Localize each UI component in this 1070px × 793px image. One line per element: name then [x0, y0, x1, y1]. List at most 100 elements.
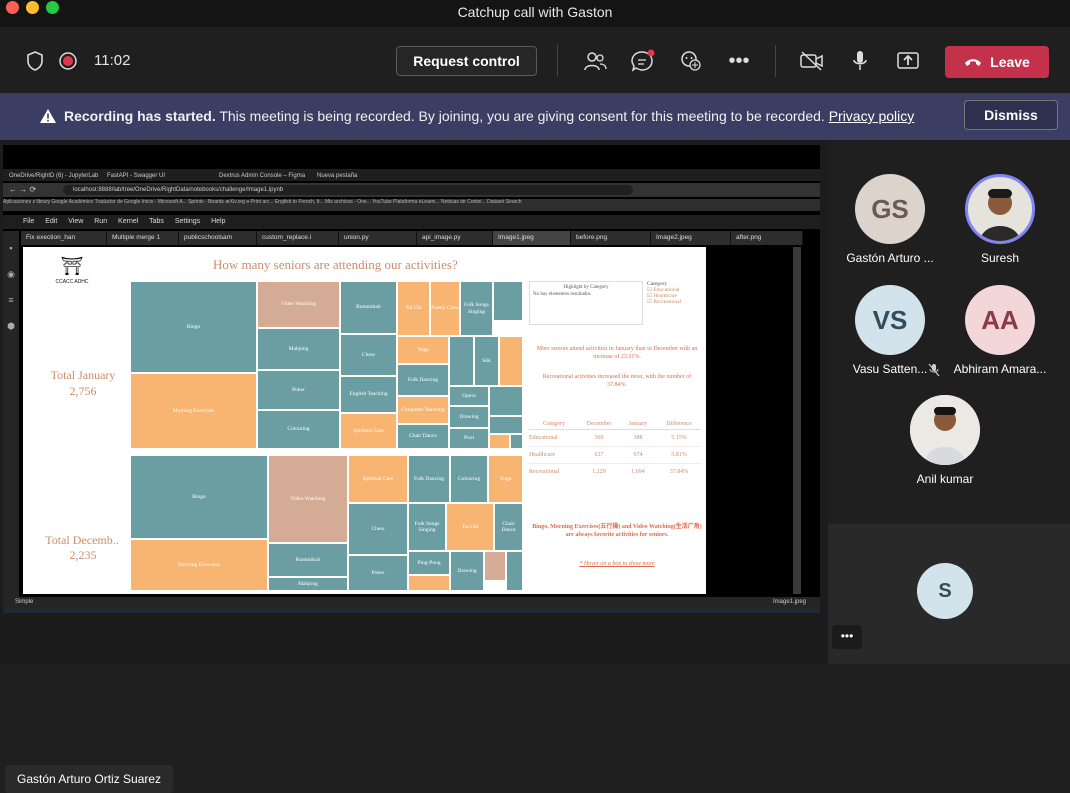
treemap-cell[interactable]: Video Watching: [257, 281, 340, 328]
treemap-cell[interactable]: Colouring: [450, 455, 488, 503]
treemap-cell[interactable]: Poker: [348, 555, 408, 591]
treemap-cell[interactable]: [499, 336, 523, 386]
treemap-cell[interactable]: [484, 551, 506, 581]
file-tab[interactable]: before.png: [571, 231, 651, 245]
treemap-cell[interactable]: Video Watching: [268, 455, 348, 543]
microphone-icon[interactable]: [847, 48, 873, 74]
legend-item-recreational[interactable]: ☑ Recreational: [647, 299, 681, 305]
treemap-cell[interactable]: [510, 434, 523, 449]
treemap-cell[interactable]: Rummikub: [340, 281, 397, 334]
menu-view[interactable]: View: [68, 218, 83, 225]
menu-edit[interactable]: Edit: [45, 218, 57, 225]
treemap-cell[interactable]: [449, 336, 474, 386]
file-tab-active[interactable]: Image1.jpeg: [493, 231, 571, 245]
treemap-cell[interactable]: Poetry Class: [430, 281, 460, 336]
participant-tile[interactable]: Suresh: [935, 174, 1065, 265]
shield-icon[interactable]: [22, 48, 48, 74]
simple-mode-toggle[interactable]: Simple: [15, 599, 33, 605]
treemap-cell[interactable]: Opera: [449, 386, 489, 406]
menu-run[interactable]: Run: [94, 218, 107, 225]
treemap-cell[interactable]: Colouring: [257, 410, 340, 449]
treemap-cell[interactable]: [489, 416, 523, 434]
treemap-cell[interactable]: Bingo: [130, 455, 268, 539]
treemap-cell[interactable]: [489, 386, 523, 416]
treemap-cell[interactable]: Yoga: [488, 455, 523, 503]
scrollbar[interactable]: [793, 247, 801, 594]
treemap-cell[interactable]: Chair Dance: [397, 424, 449, 449]
treemap-cell[interactable]: Tai Chi: [446, 503, 494, 551]
file-tab[interactable]: publicschoolsam: [179, 231, 257, 245]
treemap-cell[interactable]: Computer Teaching: [397, 396, 449, 424]
insight-increase: More seniors attend activities in Januar…: [536, 346, 698, 361]
treemap-cell[interactable]: Tai Chi: [397, 281, 430, 336]
treemap-cell[interactable]: [506, 551, 523, 591]
more-options-icon[interactable]: •••: [726, 48, 752, 74]
treemap-cell[interactable]: Yoga: [397, 336, 449, 364]
table-cell: Educational: [529, 435, 558, 441]
menu-kernel[interactable]: Kernel: [118, 218, 138, 225]
file-tab[interactable]: union.py: [339, 231, 417, 245]
treemap-cell[interactable]: Poker: [257, 370, 340, 410]
table-header: Category December January Difference: [529, 419, 701, 430]
file-tab[interactable]: Fix exection_han: [21, 231, 107, 245]
file-tab[interactable]: custom_replace.i: [257, 231, 339, 245]
treemap-cell[interactable]: Chair Dance: [494, 503, 523, 551]
treemap-cell[interactable]: Spiritual Care: [340, 413, 397, 449]
chat-icon[interactable]: [630, 48, 656, 74]
treemap-cell[interactable]: Rummikub: [268, 543, 348, 577]
treemap-cell[interactable]: Chess: [340, 334, 397, 376]
treemap-cell[interactable]: Spiritual Care: [348, 455, 408, 503]
file-tab[interactable]: Multiple merge 1: [107, 231, 179, 245]
highlight-filter[interactable]: Highlight by Category No hay elementos r…: [529, 281, 643, 325]
bookmarks-bar[interactable]: Aplicaciones z library Google Académico …: [3, 199, 820, 211]
menu-tabs[interactable]: Tabs: [149, 218, 164, 225]
jupyter-menu-bar: File Edit View Run Kernel Tabs Settings …: [3, 215, 820, 229]
treemap-cell[interactable]: Morning Exercises: [130, 373, 257, 449]
camera-off-icon[interactable]: [799, 48, 825, 74]
treemap-cell[interactable]: Silk: [474, 336, 499, 386]
more-participants-button[interactable]: •••: [832, 625, 862, 649]
participant-name: Suresh: [980, 251, 1020, 265]
menu-file[interactable]: File: [23, 218, 34, 225]
treemap-cell[interactable]: [489, 434, 510, 449]
treemap-cell[interactable]: Mahjong: [257, 328, 340, 370]
url-field[interactable]: localhost:8888/lab/tree/OneDrive/RightDa…: [63, 185, 633, 195]
treemap-cell[interactable]: Folk Songs Singing: [460, 281, 493, 336]
treemap-cell[interactable]: [493, 281, 523, 321]
request-control-button[interactable]: Request control: [396, 46, 537, 76]
leave-button[interactable]: Leave: [945, 46, 1049, 78]
menu-help[interactable]: Help: [211, 218, 225, 225]
treemap-cell[interactable]: Folk Dancing: [397, 364, 449, 396]
share-screen-icon[interactable]: [895, 48, 921, 74]
reactions-icon[interactable]: [678, 48, 704, 74]
address-bar-row: ← → ⟳ localhost:8888/lab/tree/OneDrive/R…: [3, 183, 820, 197]
logo-text: CCACC ADHC: [55, 279, 89, 285]
participant-tile[interactable]: AA Abhiram Amara...: [935, 285, 1065, 376]
privacy-policy-link[interactable]: Privacy policy: [829, 108, 915, 124]
treemap-cell[interactable]: Drawing: [450, 551, 484, 591]
treemap-cell[interactable]: English Teaching: [340, 376, 397, 413]
people-icon[interactable]: [582, 48, 608, 74]
treemap-cell[interactable]: Folk Dancing: [408, 455, 450, 503]
treemap-cell[interactable]: Pool: [449, 428, 489, 449]
file-tab[interactable]: after.png: [731, 231, 803, 245]
table-cell: 1,229: [592, 469, 606, 475]
sidebar-icons[interactable]: ▪ ◉ ≡ ⬢: [3, 235, 19, 339]
menu-settings[interactable]: Settings: [175, 218, 200, 225]
nav-arrows-icon[interactable]: ← → ⟳: [9, 185, 36, 194]
dismiss-button[interactable]: Dismiss: [964, 100, 1058, 130]
treemap-cell[interactable]: Drawing: [449, 406, 489, 428]
treemap-cell[interactable]: Mahjong: [268, 577, 348, 591]
file-tab[interactable]: api_image.py: [417, 231, 493, 245]
treemap-cell[interactable]: [408, 575, 450, 591]
treemap-cell[interactable]: Folk Songs Singing: [408, 503, 446, 551]
avatar: S: [917, 563, 973, 619]
participant-tile[interactable]: Anil kumar: [880, 395, 1010, 486]
treemap-cell[interactable]: Ping-Pong: [408, 551, 450, 575]
treemap-cell[interactable]: Morning Exercises: [130, 539, 268, 591]
participant-tile[interactable]: S: [880, 563, 1010, 619]
table-cell: 369: [594, 435, 604, 441]
file-tab[interactable]: Image2.jpeg: [651, 231, 731, 245]
treemap-cell[interactable]: Chess: [348, 503, 408, 555]
treemap-cell[interactable]: Bingo: [130, 281, 257, 373]
